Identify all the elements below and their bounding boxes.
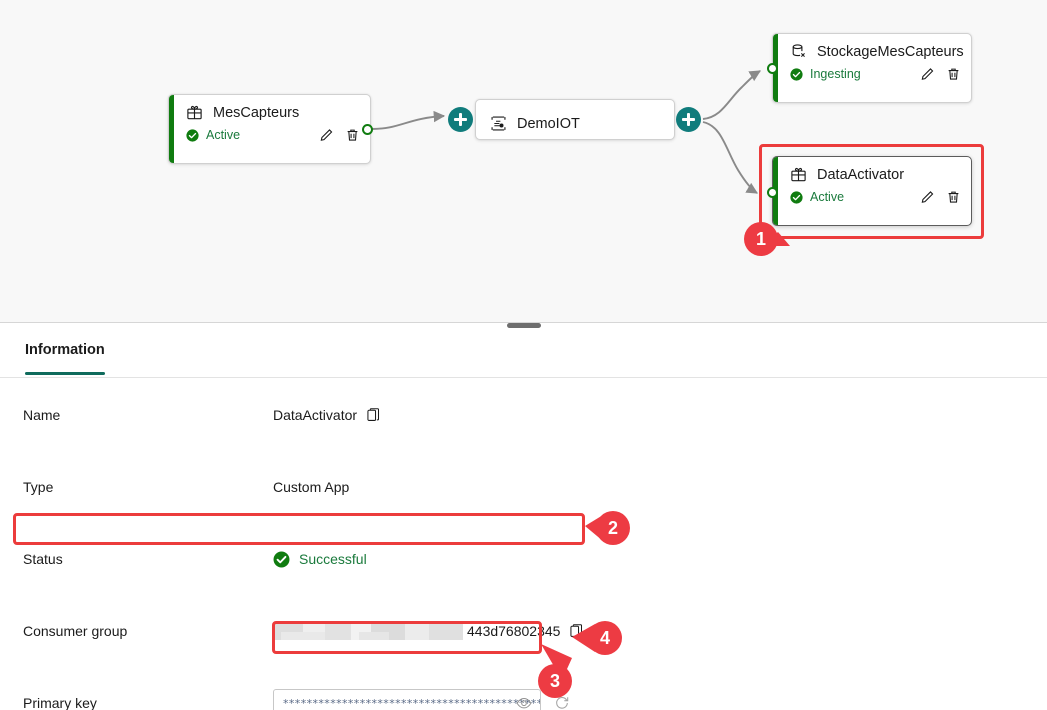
annotation-badge-4: 4: [588, 621, 622, 655]
badge-number: 4: [599, 627, 610, 648]
badge-number: 2: [607, 517, 618, 538]
eventstream-page: MesCapteurs Active DemoIOT StockageMesCa…: [0, 0, 1047, 710]
annotation-badge-3: 3: [538, 664, 572, 698]
annotation-badge-2: 2: [596, 511, 630, 545]
badge-tails: [541, 232, 790, 680]
badge-number: 3: [549, 670, 560, 691]
annotation-badge-1: 1: [744, 222, 778, 256]
badge-number: 1: [755, 228, 766, 249]
